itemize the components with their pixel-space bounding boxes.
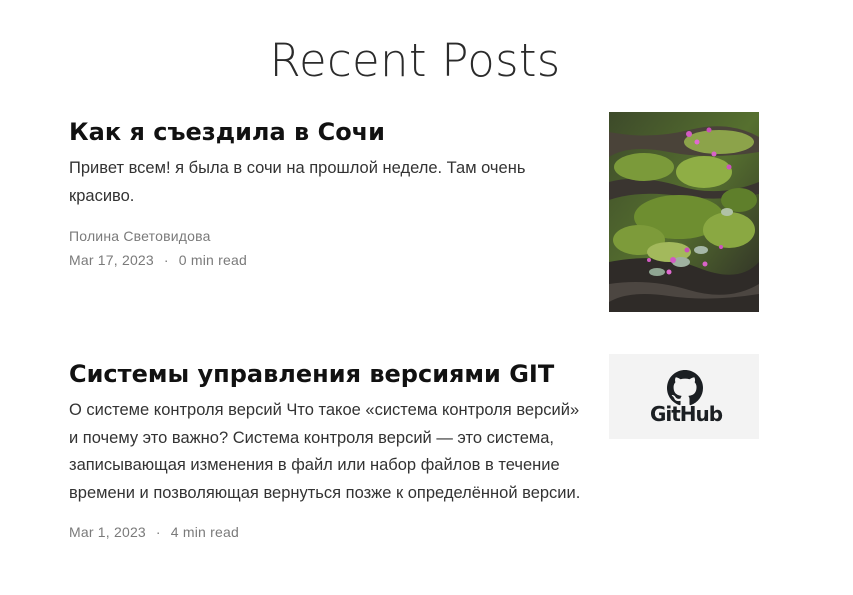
post-date: Mar 17, 2023: [69, 252, 154, 268]
meta-separator: ·: [163, 252, 169, 268]
post-author[interactable]: Полина Световидова: [69, 226, 584, 246]
post-content: Системы управления версиями GIT О систем…: [69, 354, 584, 542]
post-excerpt[interactable]: Привет всем! я была в сочи на прошлой не…: [69, 155, 584, 210]
post-excerpt[interactable]: О системе контроля версий Что такое «сис…: [69, 397, 584, 507]
post-read-time: 4 min read: [170, 524, 239, 540]
post-title-link[interactable]: Системы управления версиями GIT: [69, 354, 584, 394]
github-logo-text: GitHub: [649, 402, 723, 426]
moss-photo-image: [609, 112, 759, 312]
section-title: Recent Posts: [269, 34, 561, 87]
meta-separator: ·: [155, 524, 161, 540]
post-content: Как я съездила в Сочи Привет всем! я был…: [69, 112, 584, 270]
post-thumbnail-photo[interactable]: [609, 112, 759, 312]
post-title-link[interactable]: Как я съездила в Сочи: [69, 112, 584, 152]
post-thumbnail-github[interactable]: GitHub: [609, 354, 759, 439]
post-meta: Mar 17, 2023 · 0 min read: [69, 250, 584, 270]
post-card: Как я съездила в Сочи Привет всем! я был…: [69, 112, 759, 312]
post-card: Системы управления версиями GIT О систем…: [69, 354, 759, 574]
post-read-time: 0 min read: [178, 252, 247, 268]
post-meta: Mar 1, 2023 · 4 min read: [69, 522, 584, 542]
post-date: Mar 1, 2023: [69, 524, 146, 540]
